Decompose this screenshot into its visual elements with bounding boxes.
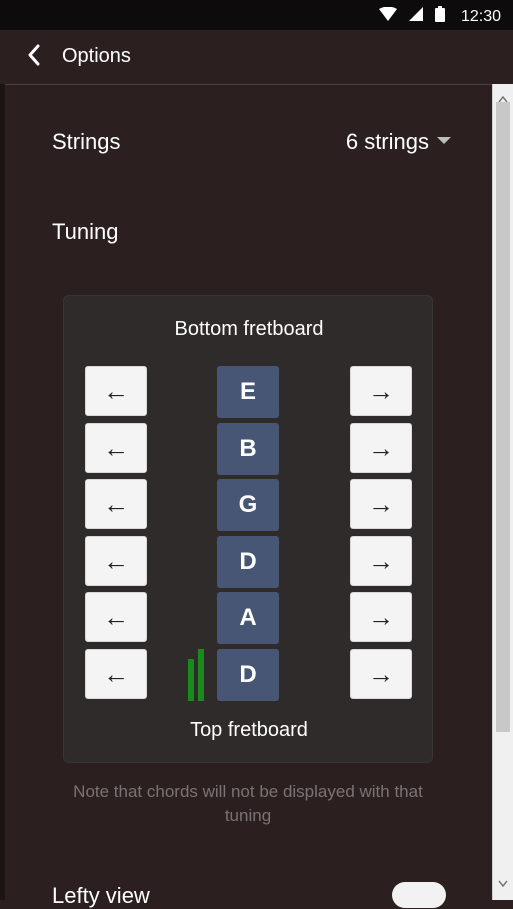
string-note-button[interactable]: A: [217, 592, 279, 644]
tune-down-button[interactable]: ←: [85, 649, 147, 699]
string-note-button[interactable]: G: [217, 479, 279, 531]
chevron-left-icon: [27, 44, 41, 71]
level-bar: [188, 659, 194, 701]
tune-up-button[interactable]: →: [350, 536, 412, 586]
page-title: Options: [62, 45, 131, 67]
tune-down-button[interactable]: ←: [85, 366, 147, 416]
arrow-right-icon: →: [368, 658, 394, 689]
strings-value: 6 strings: [345, 129, 429, 154]
left-edge: [0, 84, 5, 900]
tune-down-button[interactable]: ←: [85, 592, 147, 642]
back-button[interactable]: [18, 42, 50, 72]
arrow-left-icon: ←: [103, 375, 129, 406]
tuning-note: Note that chords will not be displayed w…: [73, 782, 423, 825]
scrollbar[interactable]: [492, 84, 513, 900]
status-icons: 12:30: [378, 6, 501, 27]
tune-down-button[interactable]: ←: [85, 536, 147, 586]
level-meter: [188, 649, 204, 701]
tune-up-button[interactable]: →: [350, 366, 412, 416]
lefty-view-label: Lefty view: [52, 883, 150, 908]
scrollbar-thumb[interactable]: [496, 102, 510, 732]
battery-icon: [434, 6, 445, 27]
arrow-right-icon: →: [368, 545, 394, 576]
arrow-right-icon: →: [368, 432, 394, 463]
arrow-left-icon: ←: [103, 545, 129, 576]
lefty-view-toggle[interactable]: [392, 882, 446, 908]
arrow-left-icon: ←: [103, 658, 129, 689]
clock: 12:30: [460, 7, 501, 25]
tuning-panel: Bottom fretboard ← E → ← B → ← G → ← D →…: [63, 295, 433, 763]
tune-up-button[interactable]: →: [350, 479, 412, 529]
tune-up-button[interactable]: →: [350, 649, 412, 699]
string-note-button[interactable]: D: [217, 649, 279, 701]
arrow-right-icon: →: [368, 375, 394, 406]
tune-up-button[interactable]: →: [350, 592, 412, 642]
top-fretboard-label: Top fretboard: [190, 719, 308, 741]
arrow-left-icon: ←: [103, 601, 129, 632]
tune-down-button[interactable]: ←: [85, 423, 147, 473]
string-note-button[interactable]: D: [217, 536, 279, 588]
tune-down-button[interactable]: ←: [85, 479, 147, 529]
arrow-right-icon: →: [368, 601, 394, 632]
arrow-left-icon: ←: [103, 432, 129, 463]
arrow-left-icon: ←: [103, 488, 129, 519]
tune-up-button[interactable]: →: [350, 423, 412, 473]
scroll-down-icon[interactable]: [498, 874, 508, 892]
arrow-right-icon: →: [368, 488, 394, 519]
strings-dropdown[interactable]: 6 strings: [346, 129, 451, 155]
status-bar: 12:30: [0, 0, 513, 30]
bottom-fretboard-label: Bottom fretboard: [174, 318, 324, 340]
strings-label: Strings: [52, 129, 121, 154]
level-bar: [198, 649, 204, 701]
string-note-button[interactable]: E: [217, 366, 279, 418]
dropdown-caret-icon: [437, 136, 451, 144]
string-note-button[interactable]: B: [217, 423, 279, 475]
tuning-label: Tuning: [52, 219, 119, 244]
wifi-icon: [378, 6, 397, 26]
signal-icon: [408, 7, 423, 26]
app-bar: Options: [0, 30, 513, 85]
